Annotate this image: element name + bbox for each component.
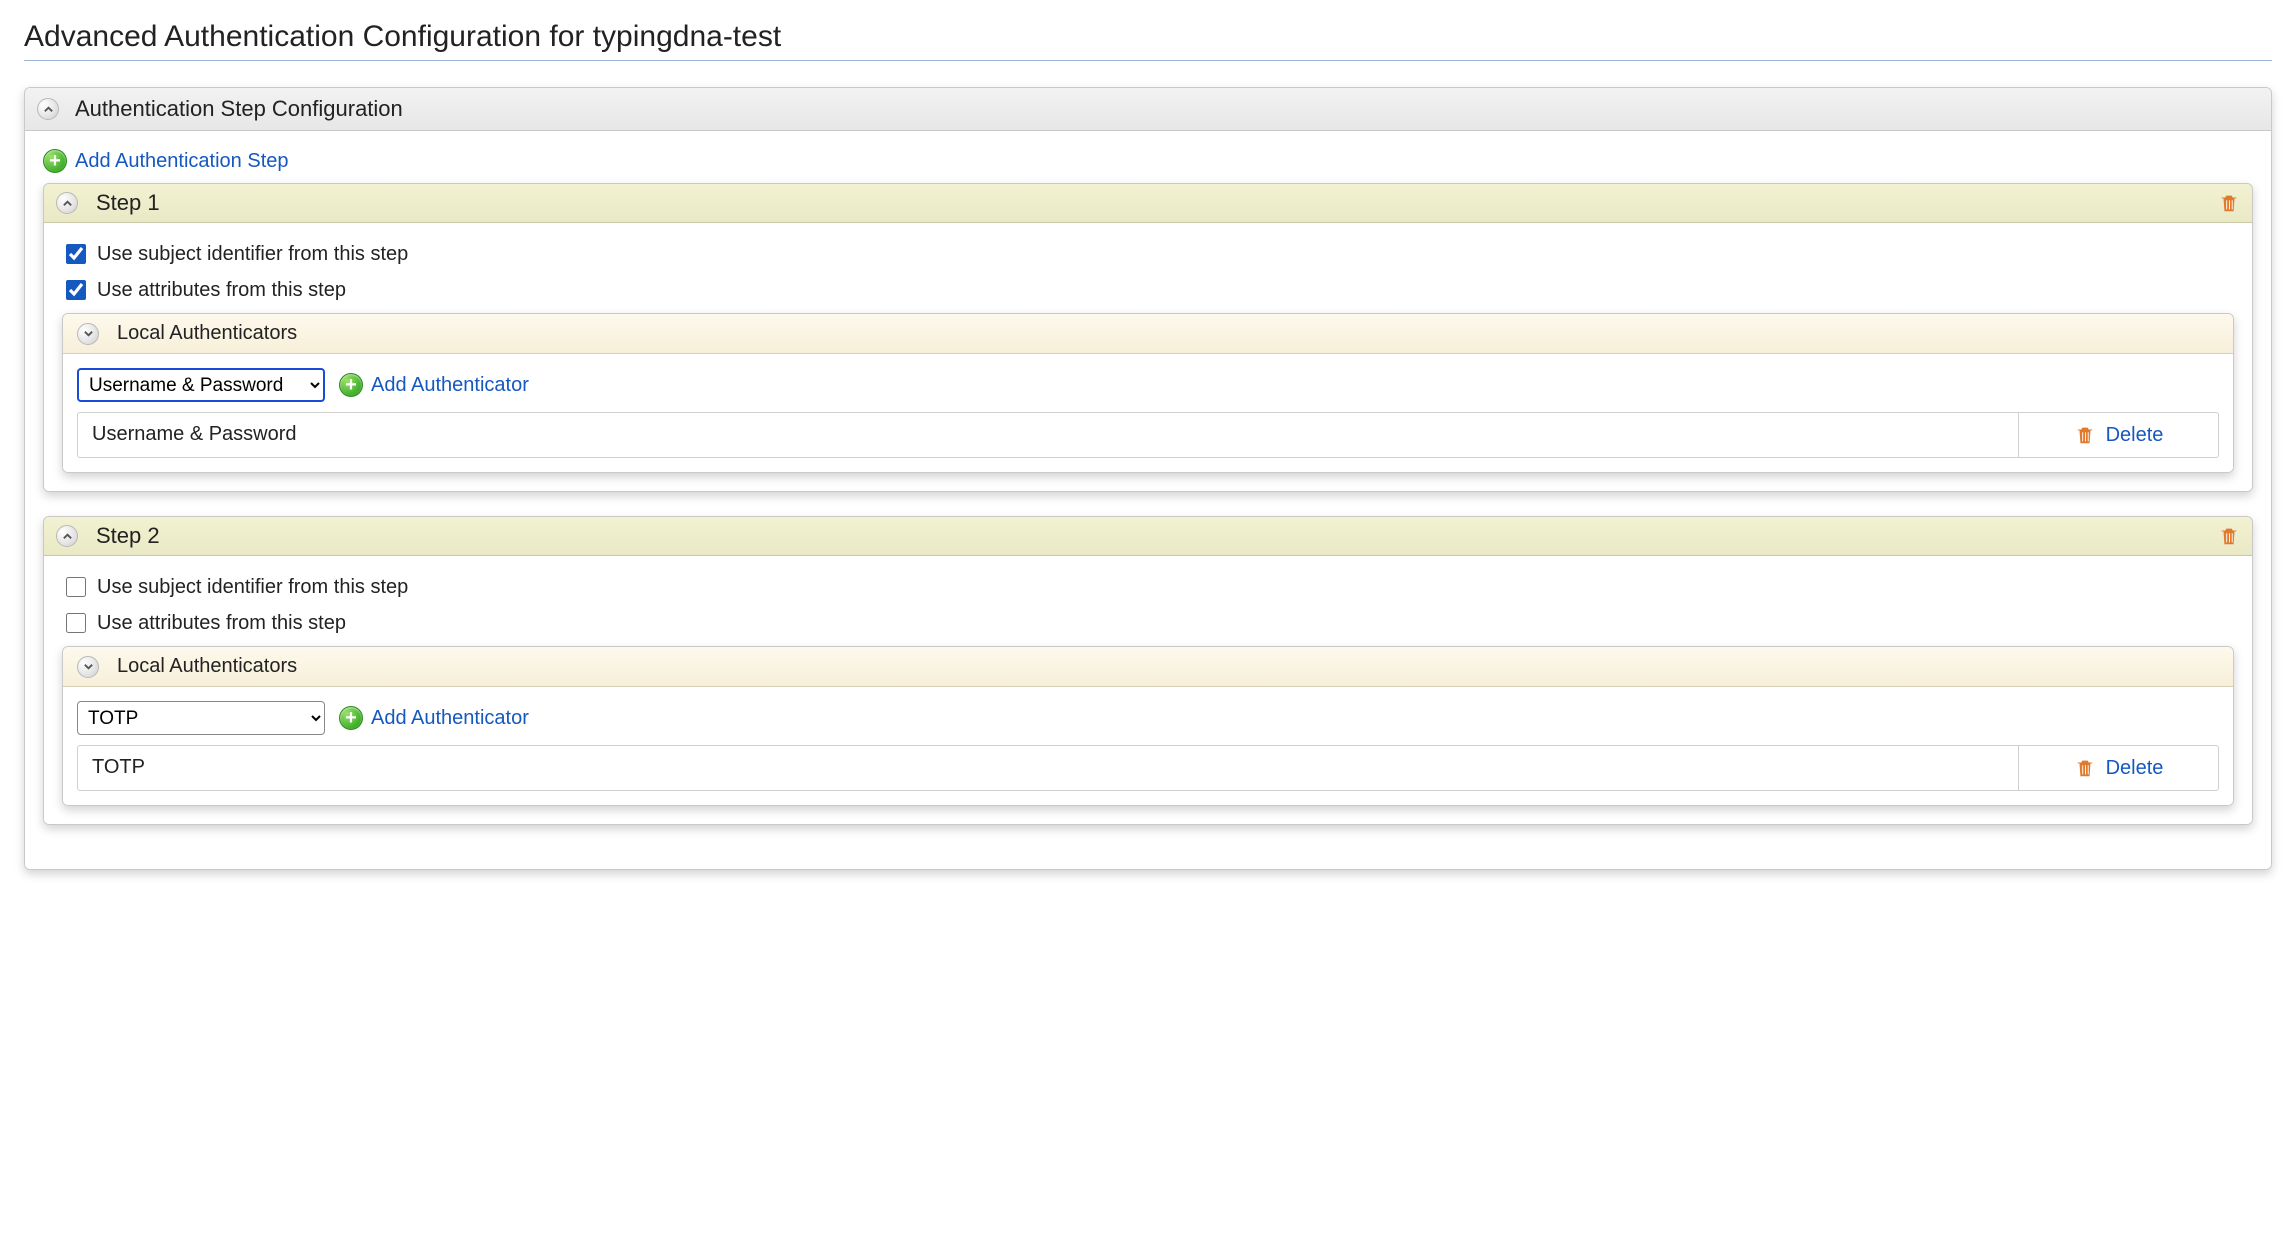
step-2-header[interactable]: Step 2 — [44, 517, 2252, 556]
authenticator-name-step1: Username & Password — [78, 413, 2018, 457]
local-auth-header-1[interactable]: Local Authenticators — [63, 314, 2233, 354]
add-auth-label-2: Add Authenticator — [371, 707, 529, 730]
step-1-title: Step 1 — [96, 190, 160, 216]
chevron-up-icon[interactable] — [56, 525, 78, 547]
step-panel-1: Step 1 Use subject identifier from this … — [43, 183, 2253, 492]
auth-step-config-header[interactable]: Authentication Step Configuration — [25, 88, 2271, 131]
chevron-up-icon[interactable] — [56, 192, 78, 214]
delete-label-step2: Delete — [2106, 757, 2164, 780]
local-auth-title-2: Local Authenticators — [117, 655, 297, 678]
local-auth-title-1: Local Authenticators — [117, 322, 297, 345]
trash-icon — [2074, 756, 2096, 780]
use-subject-step2-label: Use subject identifier from this step — [97, 576, 408, 599]
use-subject-step1-checkbox[interactable] — [66, 244, 86, 264]
authenticator-row-step1: Username & Password Delete — [77, 412, 2219, 458]
auth-step-config-panel: Authentication Step Configuration Add Au… — [24, 87, 2272, 870]
authenticator-select-step1[interactable]: Username & Password — [77, 368, 325, 402]
delete-step-2-button[interactable] — [2218, 524, 2240, 548]
authenticator-select-step2[interactable]: TOTP — [77, 701, 325, 735]
divider — [24, 60, 2272, 61]
add-authenticator-step1-link[interactable]: Add Authenticator — [339, 373, 529, 397]
authenticator-row-step2: TOTP Delete — [77, 745, 2219, 791]
delete-step-1-button[interactable] — [2218, 191, 2240, 215]
local-auth-subpanel-1: Local Authenticators Username & Password… — [62, 313, 2234, 473]
add-step-label: Add Authentication Step — [75, 150, 289, 173]
plus-circle-icon — [339, 706, 363, 730]
use-attributes-step2-checkbox[interactable] — [66, 613, 86, 633]
use-attributes-step2-label: Use attributes from this step — [97, 612, 346, 635]
authenticator-name-step2: TOTP — [78, 746, 2018, 790]
local-auth-subpanel-2: Local Authenticators TOTP Add Authentica… — [62, 646, 2234, 806]
page-title: Advanced Authentication Configuration fo… — [24, 20, 2272, 54]
use-attributes-step1-label: Use attributes from this step — [97, 279, 346, 302]
chevron-down-icon[interactable] — [77, 323, 99, 345]
add-auth-label-1: Add Authenticator — [371, 374, 529, 397]
use-attributes-step1-checkbox[interactable] — [66, 280, 86, 300]
step-2-title: Step 2 — [96, 523, 160, 549]
chevron-up-icon[interactable] — [37, 98, 59, 120]
chevron-down-icon[interactable] — [77, 656, 99, 678]
step-1-header[interactable]: Step 1 — [44, 184, 2252, 223]
delete-label-step1: Delete — [2106, 424, 2164, 447]
local-auth-header-2[interactable]: Local Authenticators — [63, 647, 2233, 687]
plus-circle-icon — [339, 373, 363, 397]
use-subject-step2-checkbox[interactable] — [66, 577, 86, 597]
use-subject-step1-label: Use subject identifier from this step — [97, 243, 408, 266]
step-panel-2: Step 2 Use subject identifier from this … — [43, 516, 2253, 825]
trash-icon — [2074, 423, 2096, 447]
delete-authenticator-step2-button[interactable]: Delete — [2018, 746, 2218, 790]
delete-authenticator-step1-button[interactable]: Delete — [2018, 413, 2218, 457]
add-authenticator-step2-link[interactable]: Add Authenticator — [339, 706, 529, 730]
add-authentication-step-link[interactable]: Add Authentication Step — [43, 149, 289, 173]
plus-circle-icon — [43, 149, 67, 173]
auth-step-config-title: Authentication Step Configuration — [75, 96, 403, 122]
